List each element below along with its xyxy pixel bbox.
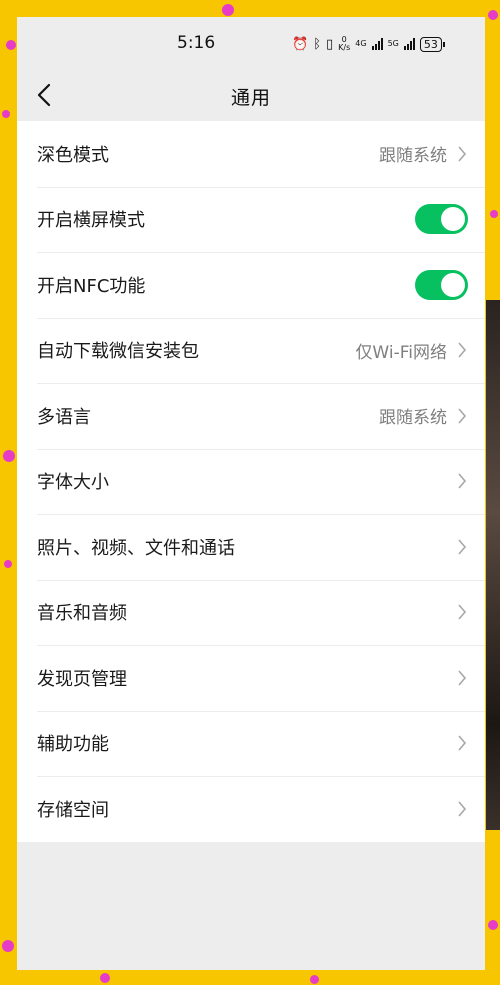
background-dot xyxy=(2,940,14,952)
background-dot xyxy=(100,973,110,983)
chevron-right-icon xyxy=(458,801,467,817)
net-type-1: 4G xyxy=(355,39,367,48)
vibrate-icon: ▯ xyxy=(326,36,334,52)
chevron-right-icon xyxy=(458,670,467,686)
setting-value: 仅Wi-Fi网络 xyxy=(355,342,447,363)
setting-auto-download[interactable]: 自动下载微信安装包 仅Wi-Fi网络 xyxy=(17,317,485,384)
setting-label: 开启NFC功能 xyxy=(37,275,146,297)
setting-value: 跟随系统 xyxy=(379,408,447,429)
net-type-2: 5G xyxy=(387,39,399,48)
network-speed: 0 K/s xyxy=(338,36,350,52)
phone-screen: 5:16 ⏰ ᛒ ▯ 0 K/s 4G 5G 53 通用 深色模式 跟随系统 开… xyxy=(17,17,485,970)
setting-label: 发现页管理 xyxy=(37,668,127,690)
setting-dark-mode[interactable]: 深色模式 跟随系统 xyxy=(17,121,485,187)
setting-accessibility[interactable]: 辅助功能 xyxy=(17,710,485,777)
background-dot xyxy=(6,40,16,50)
setting-discover-manage[interactable]: 发现页管理 xyxy=(17,645,485,711)
landscape-toggle[interactable] xyxy=(415,204,468,235)
setting-label: 照片、视频、文件和通话 xyxy=(37,537,235,559)
bluetooth-icon: ᛒ xyxy=(313,36,321,52)
setting-media-files[interactable]: 照片、视频、文件和通话 xyxy=(17,514,485,580)
alarm-icon: ⏰ xyxy=(292,36,309,52)
background-dot xyxy=(222,4,234,16)
setting-label: 辅助功能 xyxy=(37,734,109,756)
settings-list: 深色模式 跟随系统 开启横屏模式 开启NFC功能 自动下载微信安装包 仅Wi-F… xyxy=(17,121,485,842)
chevron-right-icon xyxy=(458,408,467,424)
setting-label: 多语言 xyxy=(37,406,91,428)
setting-label: 字体大小 xyxy=(37,472,109,494)
chevron-right-icon xyxy=(458,735,467,751)
background-dot xyxy=(4,560,12,568)
background-dot xyxy=(310,975,319,984)
status-bar: 5:16 ⏰ ᛒ ▯ 0 K/s 4G 5G 53 xyxy=(17,17,485,69)
toggle-knob xyxy=(441,207,465,232)
status-time: 5:16 xyxy=(177,33,216,53)
background-dot xyxy=(490,210,498,218)
toggle-knob xyxy=(441,272,465,297)
chevron-right-icon xyxy=(458,342,467,358)
chevron-right-icon xyxy=(458,604,467,620)
network-speed-unit: K/s xyxy=(338,43,351,52)
background-photo xyxy=(486,300,500,830)
setting-label: 开启横屏模式 xyxy=(37,210,145,232)
status-icons: ⏰ ᛒ ▯ 0 K/s 4G 5G 53 xyxy=(292,33,445,55)
nav-bar: 通用 xyxy=(17,69,485,121)
setting-value: 跟随系统 xyxy=(379,146,447,167)
background-dot xyxy=(488,10,498,20)
setting-label: 自动下载微信安装包 xyxy=(37,341,199,363)
background-dot xyxy=(3,450,15,462)
nfc-toggle[interactable] xyxy=(415,269,468,300)
setting-music-audio[interactable]: 音乐和音频 xyxy=(17,579,485,646)
setting-nfc: 开启NFC功能 xyxy=(17,252,485,318)
setting-label: 深色模式 xyxy=(37,144,109,166)
chevron-right-icon xyxy=(458,473,467,489)
setting-label: 音乐和音频 xyxy=(37,603,127,625)
setting-label: 存储空间 xyxy=(37,799,109,821)
setting-language[interactable]: 多语言 跟随系统 xyxy=(17,383,485,449)
setting-font-size[interactable]: 字体大小 xyxy=(17,448,485,515)
setting-storage[interactable]: 存储空间 xyxy=(17,776,485,842)
background-dot xyxy=(2,110,10,118)
chevron-right-icon xyxy=(458,146,467,162)
background-dot xyxy=(488,920,498,930)
chevron-right-icon xyxy=(458,539,467,555)
signal-icon xyxy=(403,38,415,50)
battery-icon: 53 xyxy=(419,36,445,52)
page-title: 通用 xyxy=(230,87,271,109)
signal-icon xyxy=(371,38,383,50)
setting-landscape-mode: 开启横屏模式 xyxy=(17,186,485,253)
